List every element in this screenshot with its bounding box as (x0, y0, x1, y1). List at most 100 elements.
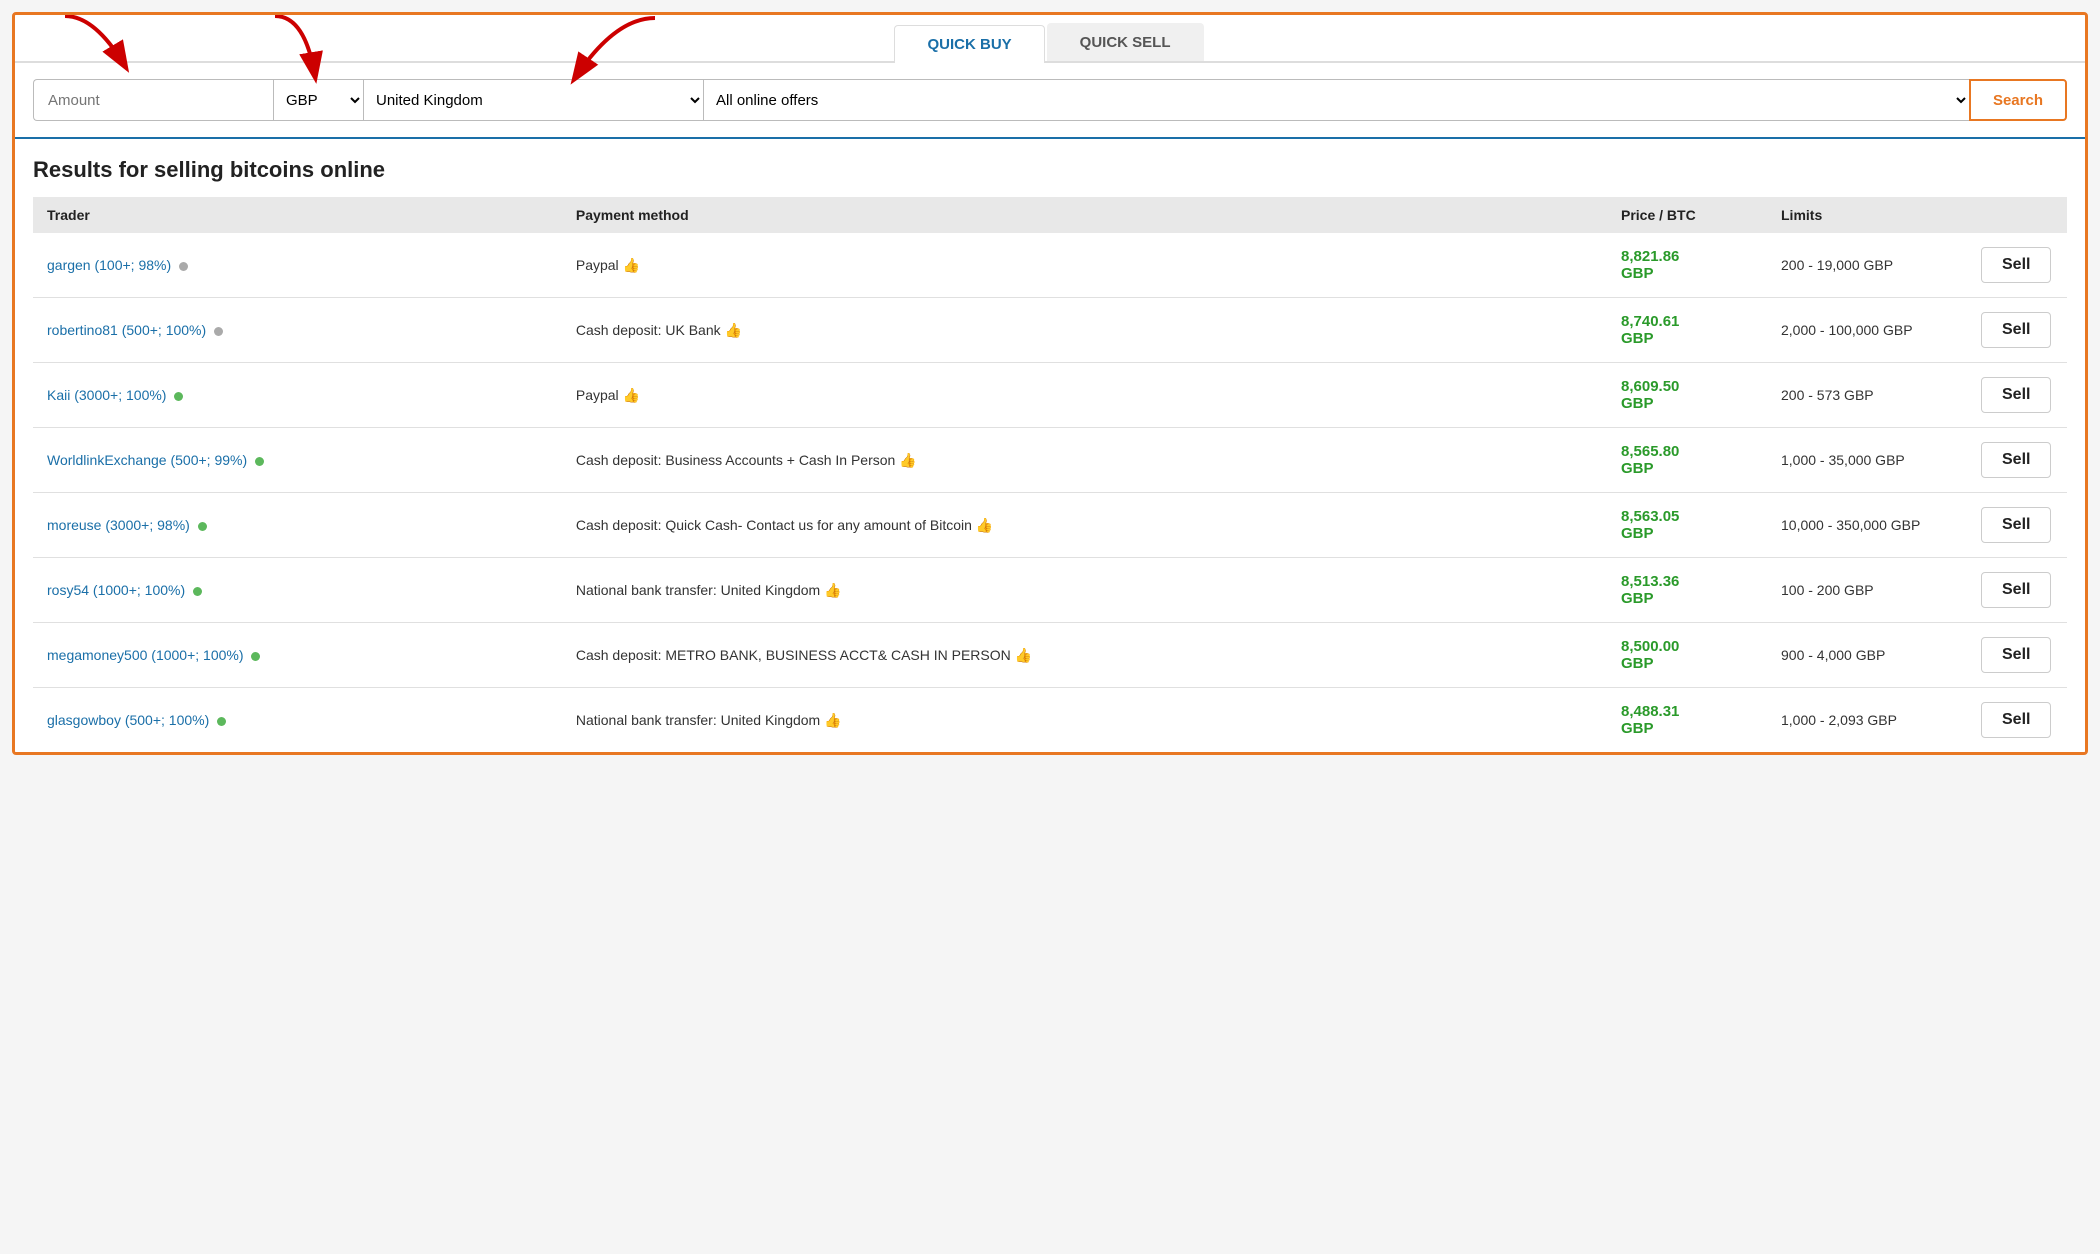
action-cell: Sell (1967, 558, 2067, 623)
status-dot (193, 587, 202, 596)
price-value: 8,740.61GBP (1621, 313, 1679, 347)
main-container: QUICK BUY QUICK SELL GBP USD EUR BTC Uni… (12, 12, 2088, 755)
trader-cell: megamoney500 (1000+; 100%) (33, 623, 562, 688)
action-cell: Sell (1967, 298, 2067, 363)
trader-link[interactable]: glasgowboy (500+; 100%) (47, 712, 209, 728)
price-cell: 8,740.61GBP (1607, 298, 1767, 363)
limits-cell: 200 - 19,000 GBP (1767, 233, 1967, 298)
table-row: robertino81 (500+; 100%) Cash deposit: U… (33, 298, 2067, 363)
trader-link[interactable]: megamoney500 (1000+; 100%) (47, 647, 244, 663)
price-cell: 8,513.36GBP (1607, 558, 1767, 623)
payment-cell: Cash deposit: METRO BANK, BUSINESS ACCT&… (562, 623, 1607, 688)
col-header-limits: Limits (1767, 197, 1967, 233)
table-row: gargen (100+; 98%) Paypal 👍 8,821.86GBP … (33, 233, 2067, 298)
limits-cell: 2,000 - 100,000 GBP (1767, 298, 1967, 363)
price-value: 8,821.86GBP (1621, 248, 1679, 282)
trader-cell: Kaii (3000+; 100%) (33, 363, 562, 428)
results-title: Results for selling bitcoins online (33, 157, 2067, 183)
price-cell: 8,500.00GBP (1607, 623, 1767, 688)
sell-button[interactable]: Sell (1981, 247, 2051, 283)
limits-cell: 900 - 4,000 GBP (1767, 623, 1967, 688)
action-cell: Sell (1967, 688, 2067, 753)
sell-button[interactable]: Sell (1981, 442, 2051, 478)
trader-link[interactable]: WorldlinkExchange (500+; 99%) (47, 452, 247, 468)
payment-cell: Cash deposit: UK Bank 👍 (562, 298, 1607, 363)
thumbs-up-icon: 👍 (1015, 647, 1032, 663)
limits-cell: 1,000 - 2,093 GBP (1767, 688, 1967, 753)
thumbs-up-icon: 👍 (623, 257, 640, 273)
tab-quick-sell[interactable]: QUICK SELL (1047, 23, 1204, 61)
sell-button[interactable]: Sell (1981, 702, 2051, 738)
table-header-row: Trader Payment method Price / BTC Limits (33, 197, 2067, 233)
price-value: 8,565.80GBP (1621, 443, 1679, 477)
trader-cell: moreuse (3000+; 98%) (33, 493, 562, 558)
status-dot (217, 717, 226, 726)
thumbs-up-icon: 👍 (976, 517, 993, 533)
trader-link[interactable]: Kaii (3000+; 100%) (47, 387, 166, 403)
trader-cell: rosy54 (1000+; 100%) (33, 558, 562, 623)
sell-button[interactable]: Sell (1981, 572, 2051, 608)
trader-link[interactable]: moreuse (3000+; 98%) (47, 517, 190, 533)
table-row: moreuse (3000+; 98%) Cash deposit: Quick… (33, 493, 2067, 558)
offers-select[interactable]: All online offers Cash deposit Paypal Na… (703, 79, 1969, 121)
limits-cell: 100 - 200 GBP (1767, 558, 1967, 623)
trader-link[interactable]: robertino81 (500+; 100%) (47, 322, 206, 338)
limits-cell: 1,000 - 35,000 GBP (1767, 428, 1967, 493)
thumbs-up-icon: 👍 (824, 712, 841, 728)
status-dot (214, 327, 223, 336)
trader-cell: robertino81 (500+; 100%) (33, 298, 562, 363)
search-bar: GBP USD EUR BTC United Kingdom United St… (15, 63, 2085, 139)
sell-button[interactable]: Sell (1981, 377, 2051, 413)
results-section: Results for selling bitcoins online Trad… (15, 139, 2085, 752)
thumbs-up-icon: 👍 (623, 387, 640, 403)
col-header-payment: Payment method (562, 197, 1607, 233)
action-cell: Sell (1967, 233, 2067, 298)
action-cell: Sell (1967, 623, 2067, 688)
trader-link[interactable]: rosy54 (1000+; 100%) (47, 582, 185, 598)
trader-link[interactable]: gargen (100+; 98%) (47, 257, 171, 273)
col-header-action (1967, 197, 2067, 233)
trader-cell: WorldlinkExchange (500+; 99%) (33, 428, 562, 493)
price-value: 8,500.00GBP (1621, 638, 1679, 672)
payment-cell: National bank transfer: United Kingdom 👍 (562, 688, 1607, 753)
price-value: 8,488.31GBP (1621, 703, 1679, 737)
table-row: megamoney500 (1000+; 100%) Cash deposit:… (33, 623, 2067, 688)
price-cell: 8,609.50GBP (1607, 363, 1767, 428)
price-value: 8,563.05GBP (1621, 508, 1679, 542)
thumbs-up-icon: 👍 (725, 322, 742, 338)
status-dot (198, 522, 207, 531)
status-dot (251, 652, 260, 661)
sell-button[interactable]: Sell (1981, 637, 2051, 673)
search-button[interactable]: Search (1969, 79, 2067, 121)
tab-quick-buy[interactable]: QUICK BUY (894, 25, 1044, 63)
country-select[interactable]: United Kingdom United States Germany Fra… (363, 79, 703, 121)
limits-cell: 200 - 573 GBP (1767, 363, 1967, 428)
price-cell: 8,563.05GBP (1607, 493, 1767, 558)
tabs-container: QUICK BUY QUICK SELL (15, 15, 2085, 63)
thumbs-up-icon: 👍 (899, 452, 916, 468)
table-row: rosy54 (1000+; 100%) National bank trans… (33, 558, 2067, 623)
col-header-price: Price / BTC (1607, 197, 1767, 233)
payment-cell: Paypal 👍 (562, 363, 1607, 428)
action-cell: Sell (1967, 363, 2067, 428)
payment-cell: Cash deposit: Quick Cash- Contact us for… (562, 493, 1607, 558)
trader-cell: glasgowboy (500+; 100%) (33, 688, 562, 753)
currency-select[interactable]: GBP USD EUR BTC (273, 79, 363, 121)
amount-input[interactable] (33, 79, 273, 121)
price-cell: 8,488.31GBP (1607, 688, 1767, 753)
payment-cell: National bank transfer: United Kingdom 👍 (562, 558, 1607, 623)
status-dot (174, 392, 183, 401)
payment-cell: Paypal 👍 (562, 233, 1607, 298)
status-dot (255, 457, 264, 466)
action-cell: Sell (1967, 493, 2067, 558)
status-dot (179, 262, 188, 271)
thumbs-up-icon: 👍 (824, 582, 841, 598)
sell-button[interactable]: Sell (1981, 312, 2051, 348)
action-cell: Sell (1967, 428, 2067, 493)
price-cell: 8,821.86GBP (1607, 233, 1767, 298)
trader-cell: gargen (100+; 98%) (33, 233, 562, 298)
offers-table: Trader Payment method Price / BTC Limits… (33, 197, 2067, 752)
table-row: glasgowboy (500+; 100%) National bank tr… (33, 688, 2067, 753)
sell-button[interactable]: Sell (1981, 507, 2051, 543)
table-row: WorldlinkExchange (500+; 99%) Cash depos… (33, 428, 2067, 493)
